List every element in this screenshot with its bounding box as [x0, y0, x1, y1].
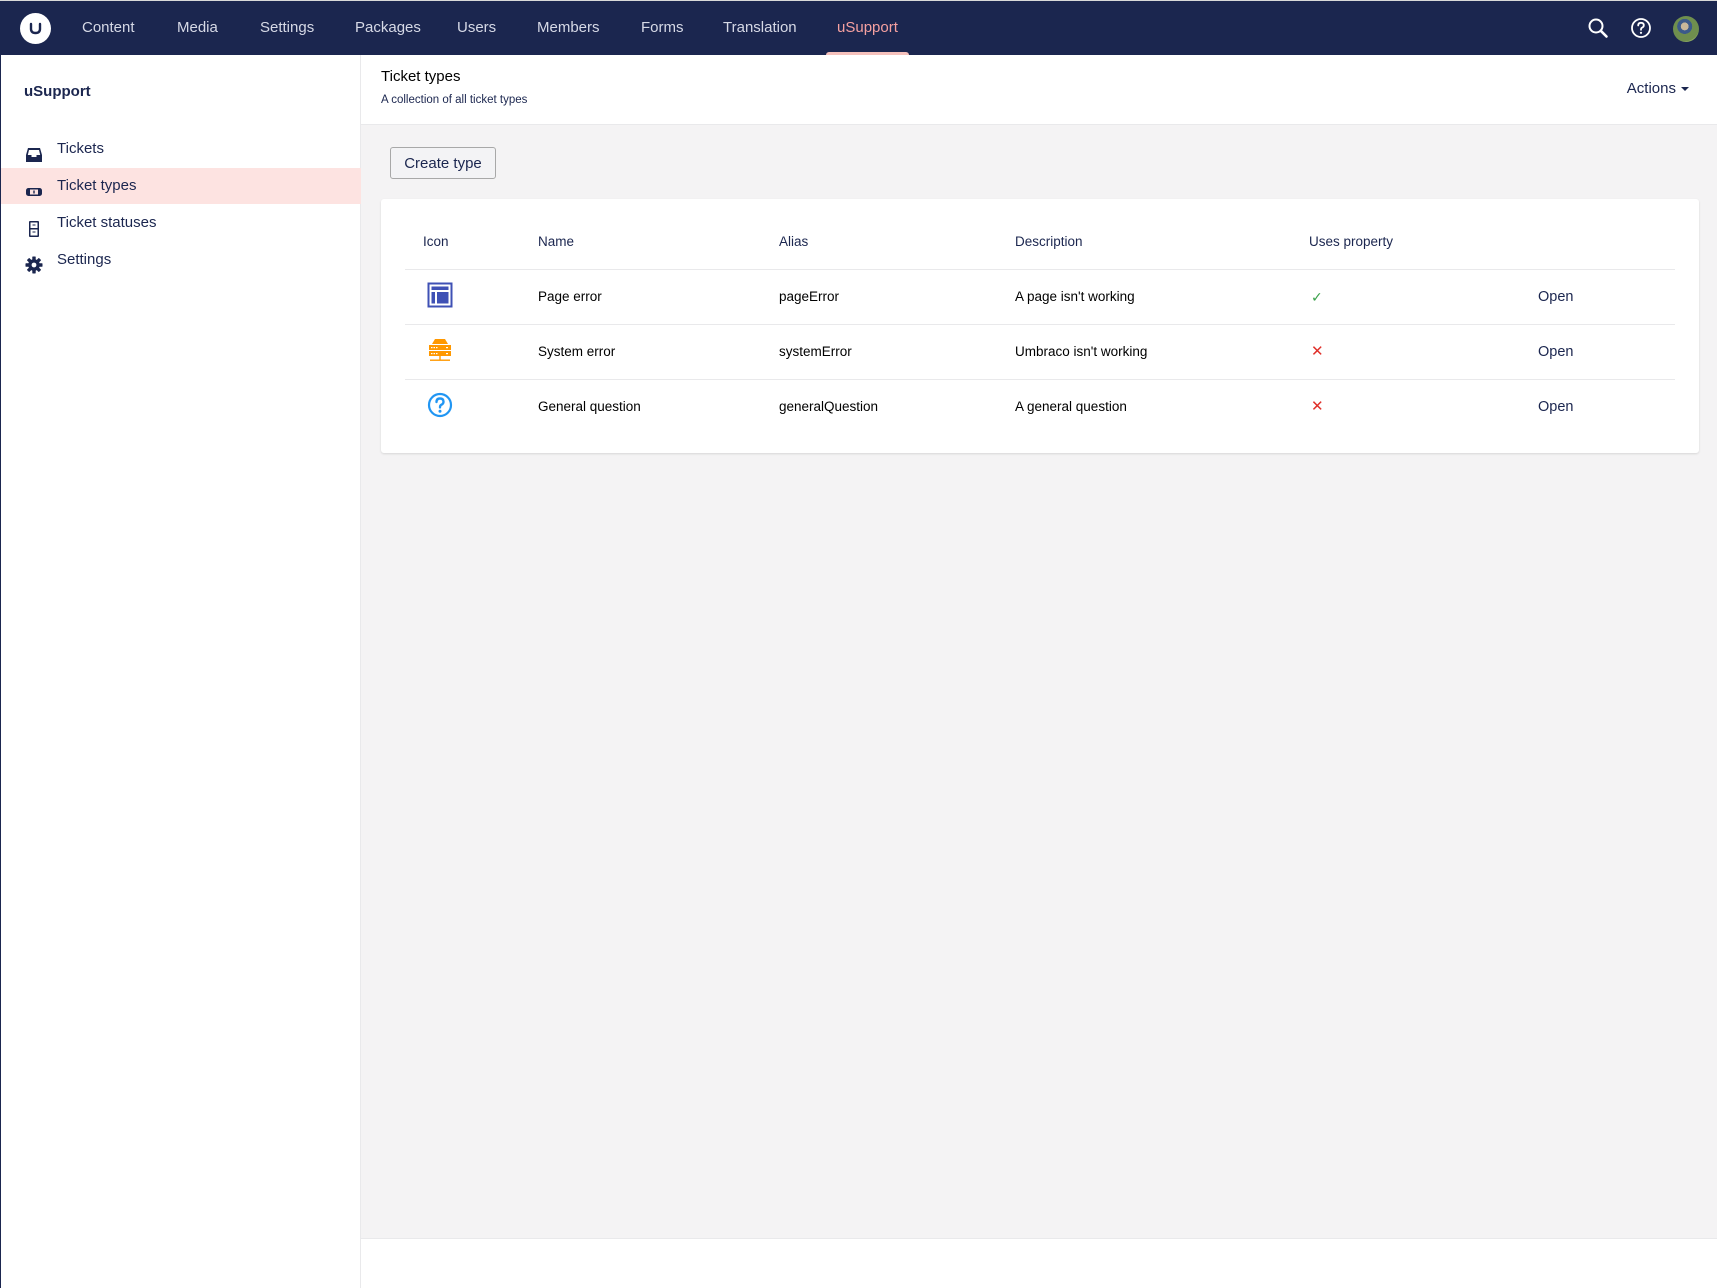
page-title: Ticket types — [381, 68, 461, 85]
nav-content[interactable]: Content — [82, 1, 135, 56]
actions-dropdown[interactable]: Actions — [1627, 80, 1689, 97]
layout-icon — [427, 282, 453, 308]
page-description: A collection of all ticket types — [381, 94, 528, 106]
table-row[interactable]: General question generalQuestion A gener… — [405, 379, 1675, 434]
column-header-icon: Icon — [423, 234, 449, 249]
open-link[interactable]: Open — [1538, 270, 1573, 325]
cross-icon: ✕ — [1311, 398, 1324, 415]
row-alias: generalQuestion — [779, 399, 879, 414]
umbraco-logo[interactable] — [20, 13, 51, 44]
column-header-alias: Alias — [779, 234, 809, 249]
open-link[interactable]: Open — [1538, 325, 1573, 380]
row-name: System error — [538, 344, 616, 359]
create-type-button[interactable]: Create type — [390, 147, 496, 179]
row-name: Page error — [538, 289, 602, 304]
nav-packages[interactable]: Packages — [355, 1, 421, 56]
table-row[interactable]: Page error pageError A page isn't workin… — [405, 269, 1675, 324]
ticket-icon — [25, 178, 43, 196]
row-description: Umbraco isn't working — [1015, 344, 1148, 359]
main-content: Ticket types A collection of all ticket … — [361, 55, 1717, 1238]
actions-label: Actions — [1626, 80, 1676, 97]
sidebar-item-ticket-statuses[interactable]: Ticket statuses — [1, 205, 361, 241]
inbox-icon — [25, 141, 43, 162]
nav-usupport[interactable]: uSupport — [826, 1, 909, 56]
nav-translation[interactable]: Translation — [723, 1, 797, 56]
top-navigation-bar: Content Media Settings Packages Users Me… — [0, 0, 1717, 56]
sidebar-item-label: Tickets — [57, 140, 104, 157]
row-alias: pageError — [779, 289, 840, 304]
sidebar-item-tickets[interactable]: Tickets — [1, 131, 361, 167]
filing-cabinet-icon — [25, 215, 43, 237]
sidebar-item-label: Settings — [57, 251, 112, 268]
nav-users[interactable]: Users — [457, 1, 496, 56]
ticket-types-table-card: Icon Name Alias Description Uses propert… — [381, 199, 1699, 453]
nav-settings[interactable]: Settings — [260, 1, 314, 56]
sidebar-item-settings[interactable]: Settings — [1, 242, 361, 278]
nav-usupport-label: uSupport — [837, 19, 898, 36]
column-header-name: Name — [538, 234, 575, 249]
gear-icon — [25, 252, 43, 274]
nav-members[interactable]: Members — [537, 1, 600, 56]
question-icon — [427, 392, 453, 418]
open-link[interactable]: Open — [1538, 380, 1573, 435]
nav-media[interactable]: Media — [177, 1, 218, 56]
row-description: A general question — [1015, 399, 1127, 414]
help-icon[interactable] — [1629, 16, 1653, 40]
editor-header: Ticket types A collection of all ticket … — [361, 55, 1717, 125]
nav-forms[interactable]: Forms — [641, 1, 684, 56]
user-avatar[interactable] — [1673, 16, 1699, 42]
column-header-uses-property: Uses property — [1309, 234, 1394, 249]
check-icon: ✓ — [1311, 289, 1323, 305]
cross-icon: ✕ — [1311, 343, 1324, 360]
sidebar-item-label: Ticket statuses — [57, 214, 157, 231]
sidebar-item-label: Ticket types — [57, 177, 137, 194]
row-alias: systemError — [779, 344, 852, 359]
row-description: A page isn't working — [1015, 289, 1135, 304]
server-icon — [427, 337, 453, 363]
caret-down-icon — [1681, 87, 1689, 92]
table-row[interactable]: System error systemError Umbraco isn't w… — [405, 324, 1675, 379]
search-icon[interactable] — [1586, 16, 1610, 40]
column-header-description: Description — [1015, 234, 1083, 249]
sidebar-item-ticket-types[interactable]: Ticket types — [1, 168, 361, 204]
row-name: General question — [538, 399, 641, 414]
sidebar: uSupport Tickets Ticket types Ticket sta… — [0, 55, 361, 1288]
umbraco-logo-icon — [29, 22, 42, 35]
editor-footer — [361, 1238, 1717, 1288]
sidebar-title: uSupport — [24, 83, 91, 100]
